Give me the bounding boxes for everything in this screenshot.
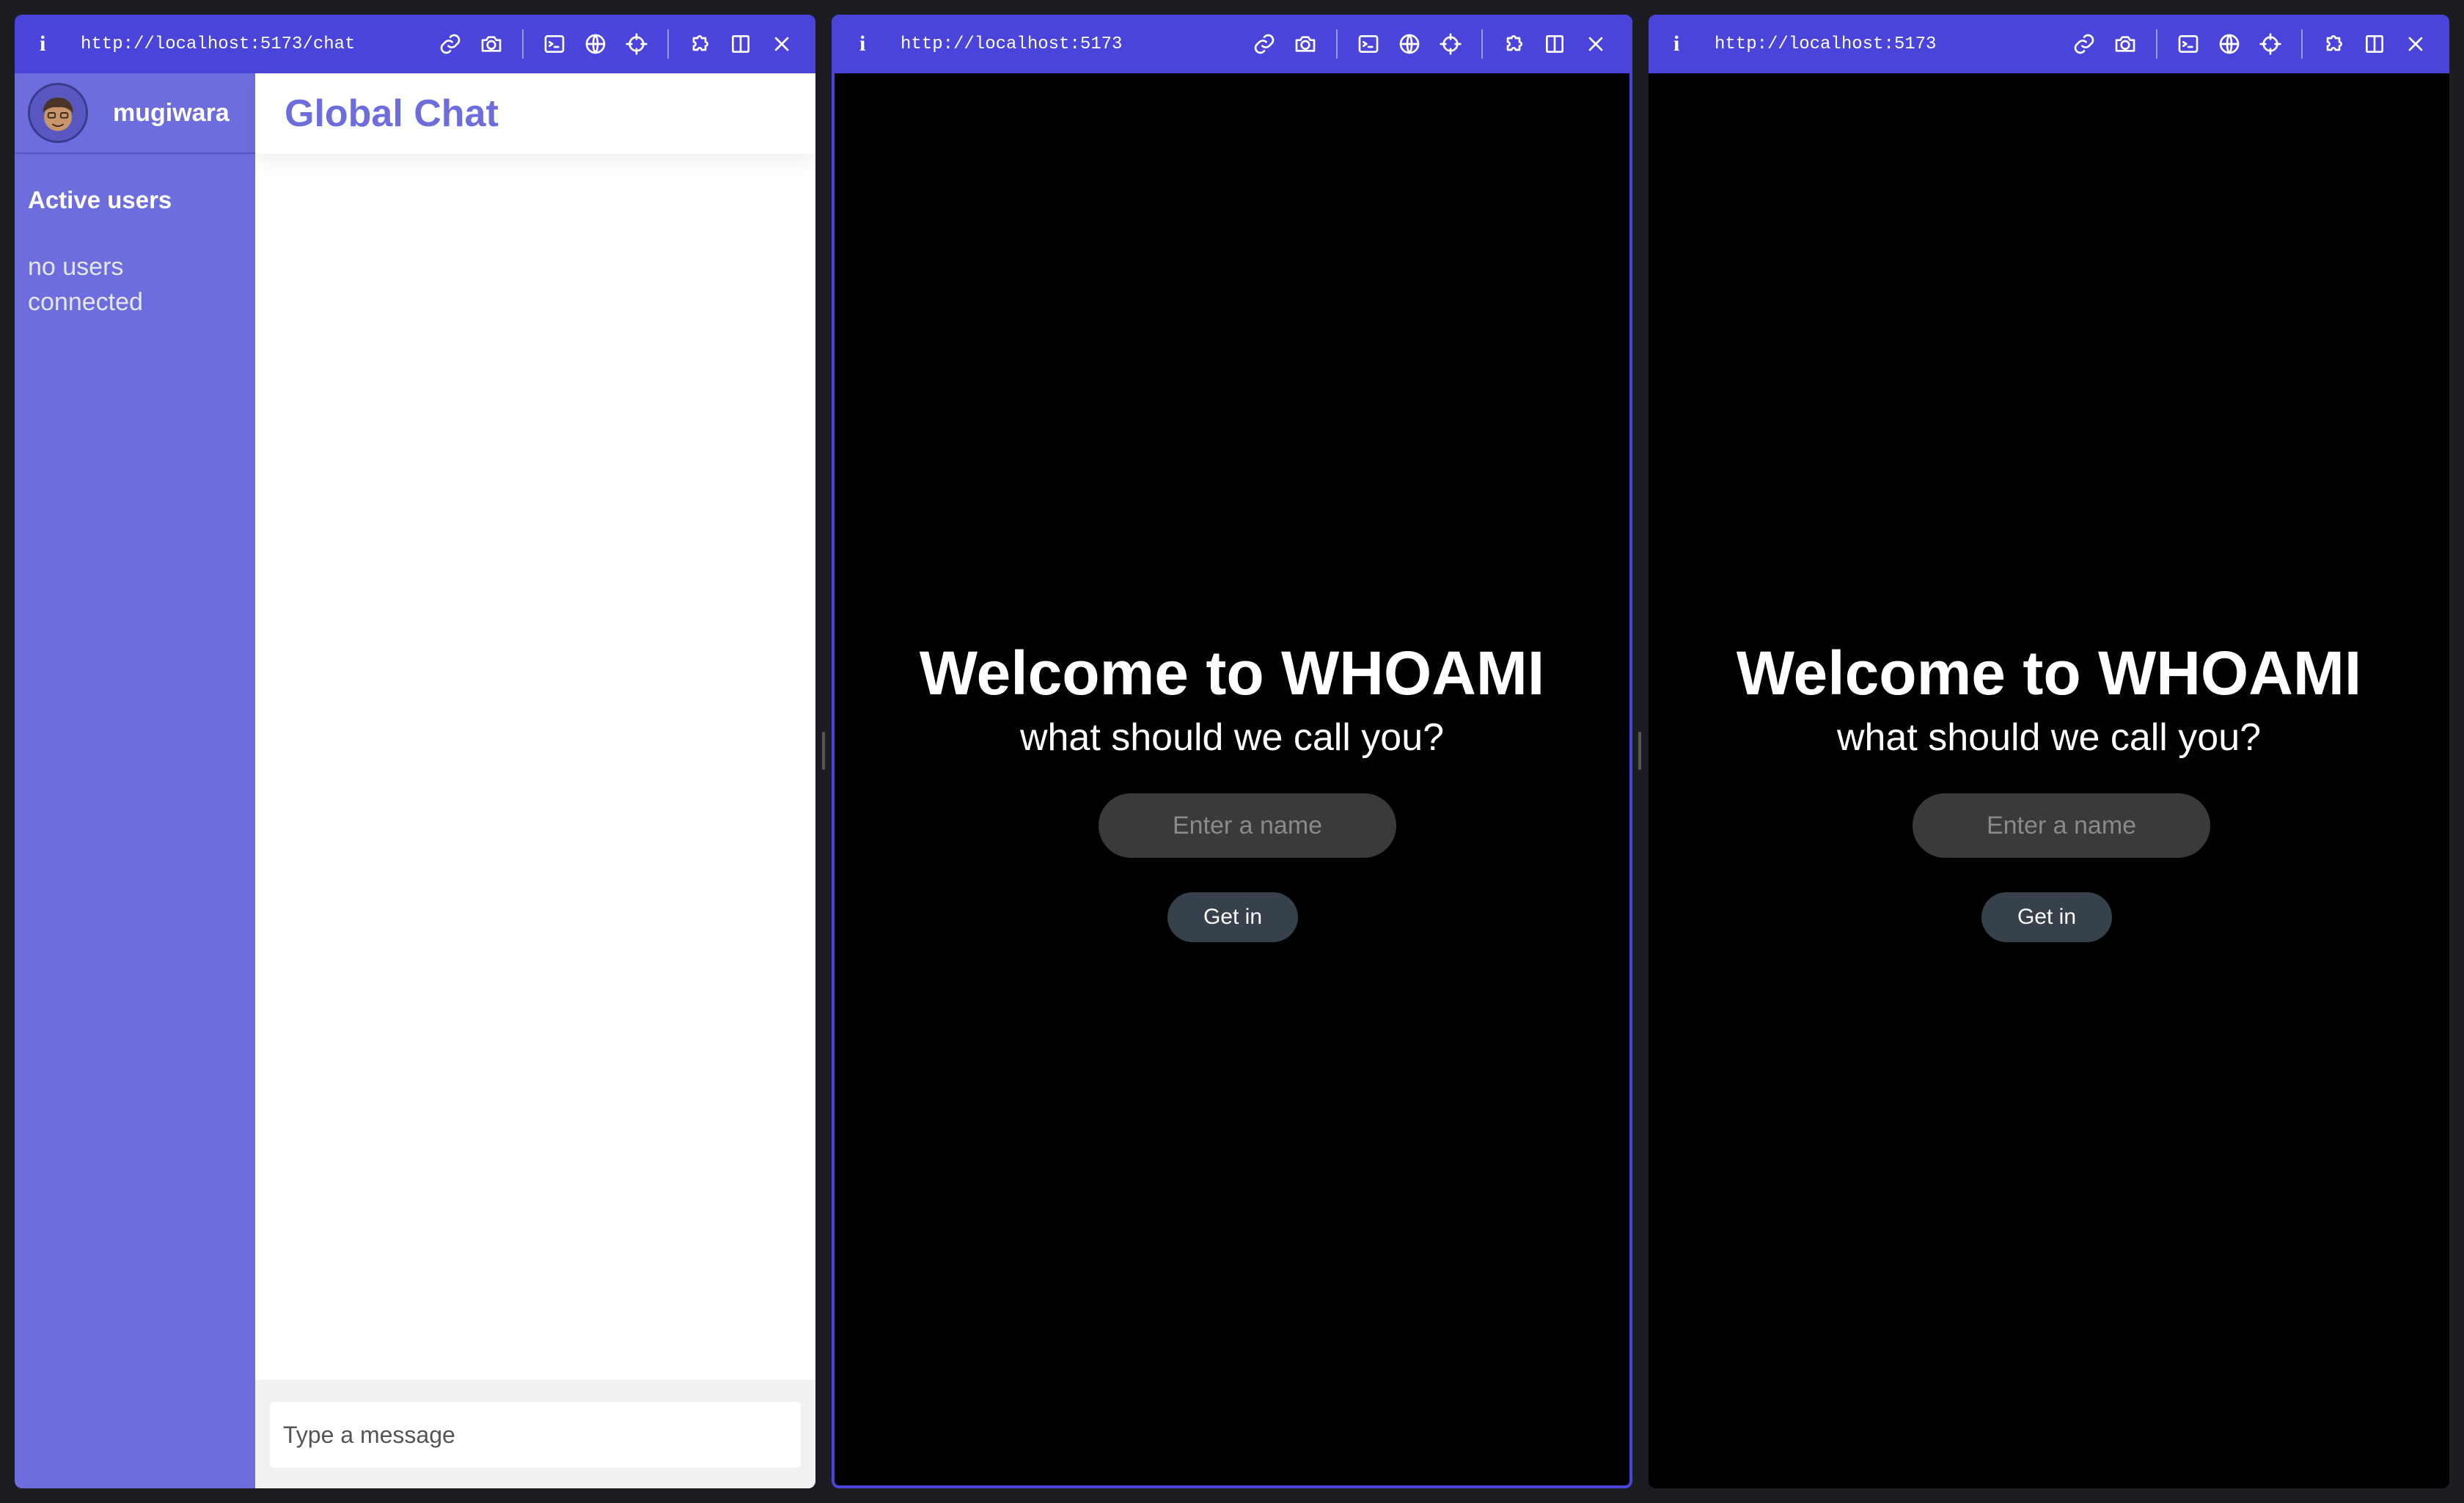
toolbar-divider	[1481, 29, 1483, 59]
name-input[interactable]	[1913, 793, 2210, 858]
welcome-app: Welcome to WHOAMI what should we call yo…	[1649, 73, 2449, 1488]
puzzle-icon[interactable]	[2313, 23, 2354, 65]
welcome-app: Welcome to WHOAMI what should we call yo…	[835, 73, 1629, 1485]
puzzle-icon[interactable]	[679, 23, 720, 65]
split-view-icon[interactable]	[720, 23, 761, 65]
welcome-subtitle: what should we call you?	[1019, 716, 1445, 759]
close-icon[interactable]	[1575, 23, 1616, 65]
link-icon[interactable]	[1244, 23, 1285, 65]
chat-header: Global Chat	[255, 73, 815, 154]
terminal-icon[interactable]	[534, 23, 575, 65]
crosshair-icon[interactable]	[2250, 23, 2291, 65]
browser-pane-welcome-focused: i http://localhost:5173 Welcome to WHOAM…	[832, 15, 1632, 1488]
users-sidebar: mugiwara Active users no users connected	[15, 73, 255, 1488]
browser-pane-chat: i http://localhost:5173/chat mugiwara Ac…	[15, 15, 815, 1488]
link-icon[interactable]	[430, 23, 471, 65]
name-input[interactable]	[1099, 793, 1396, 858]
close-icon[interactable]	[761, 23, 802, 65]
info-icon[interactable]: i	[40, 32, 81, 56]
active-users-heading: Active users	[28, 186, 172, 213]
terminal-icon[interactable]	[2168, 23, 2209, 65]
globe-icon[interactable]	[1389, 23, 1430, 65]
address-url[interactable]: http://localhost:5173	[901, 34, 1244, 54]
chat-app: mugiwara Active users no users connected…	[15, 73, 815, 1488]
globe-icon[interactable]	[2209, 23, 2250, 65]
camera-icon[interactable]	[1285, 23, 1326, 65]
avatar-face-icon[interactable]	[28, 83, 88, 143]
welcome-title: Welcome to WHOAMI	[919, 639, 1545, 708]
welcome-screen: Welcome to WHOAMI what should we call yo…	[835, 73, 1629, 1485]
toolbar-actions	[1244, 23, 1616, 65]
link-icon[interactable]	[2064, 23, 2105, 65]
browser-pane-welcome: i http://localhost:5173 Welcome to WHOAM…	[1649, 15, 2449, 1488]
chat-title: Global Chat	[285, 92, 499, 135]
pane-resize-handle[interactable]	[822, 732, 825, 770]
split-view-icon[interactable]	[1534, 23, 1575, 65]
get-in-button[interactable]: Get in	[1167, 892, 1298, 942]
toolbar-divider	[1336, 29, 1338, 59]
split-view-icon[interactable]	[2354, 23, 2395, 65]
message-input[interactable]	[270, 1402, 801, 1468]
address-url[interactable]: http://localhost:5173/chat	[81, 34, 430, 54]
crosshair-icon[interactable]	[616, 23, 657, 65]
crosshair-icon[interactable]	[1430, 23, 1471, 65]
info-icon[interactable]: i	[1673, 32, 1715, 56]
terminal-icon[interactable]	[1348, 23, 1389, 65]
globe-icon[interactable]	[575, 23, 616, 65]
current-user: mugiwara	[15, 73, 255, 154]
username: mugiwara	[113, 98, 230, 127]
toolbar-divider	[2156, 29, 2157, 59]
browser-toolbar: i http://localhost:5173	[835, 18, 1629, 73]
camera-icon[interactable]	[2105, 23, 2146, 65]
welcome-title: Welcome to WHOAMI	[1736, 639, 2362, 708]
no-users-text: no users connected	[28, 253, 143, 316]
puzzle-icon[interactable]	[1493, 23, 1534, 65]
camera-icon[interactable]	[471, 23, 512, 65]
chat-panel: Global Chat	[255, 73, 815, 1488]
get-in-button[interactable]: Get in	[1981, 892, 2112, 942]
welcome-subtitle: what should we call you?	[1836, 716, 2262, 759]
message-composer	[255, 1380, 815, 1488]
close-icon[interactable]	[2395, 23, 2436, 65]
toolbar-divider	[667, 29, 669, 59]
toolbar-actions	[430, 23, 802, 65]
welcome-screen: Welcome to WHOAMI what should we call yo…	[1649, 73, 2449, 1488]
browser-toolbar: i http://localhost:5173/chat	[15, 15, 815, 73]
toolbar-divider	[522, 29, 524, 59]
info-icon[interactable]: i	[859, 32, 901, 56]
pane-resize-handle[interactable]	[1638, 732, 1641, 770]
toolbar-actions	[2064, 23, 2436, 65]
browser-toolbar: i http://localhost:5173	[1649, 15, 2449, 73]
toolbar-divider	[2301, 29, 2303, 59]
address-url[interactable]: http://localhost:5173	[1715, 34, 2064, 54]
